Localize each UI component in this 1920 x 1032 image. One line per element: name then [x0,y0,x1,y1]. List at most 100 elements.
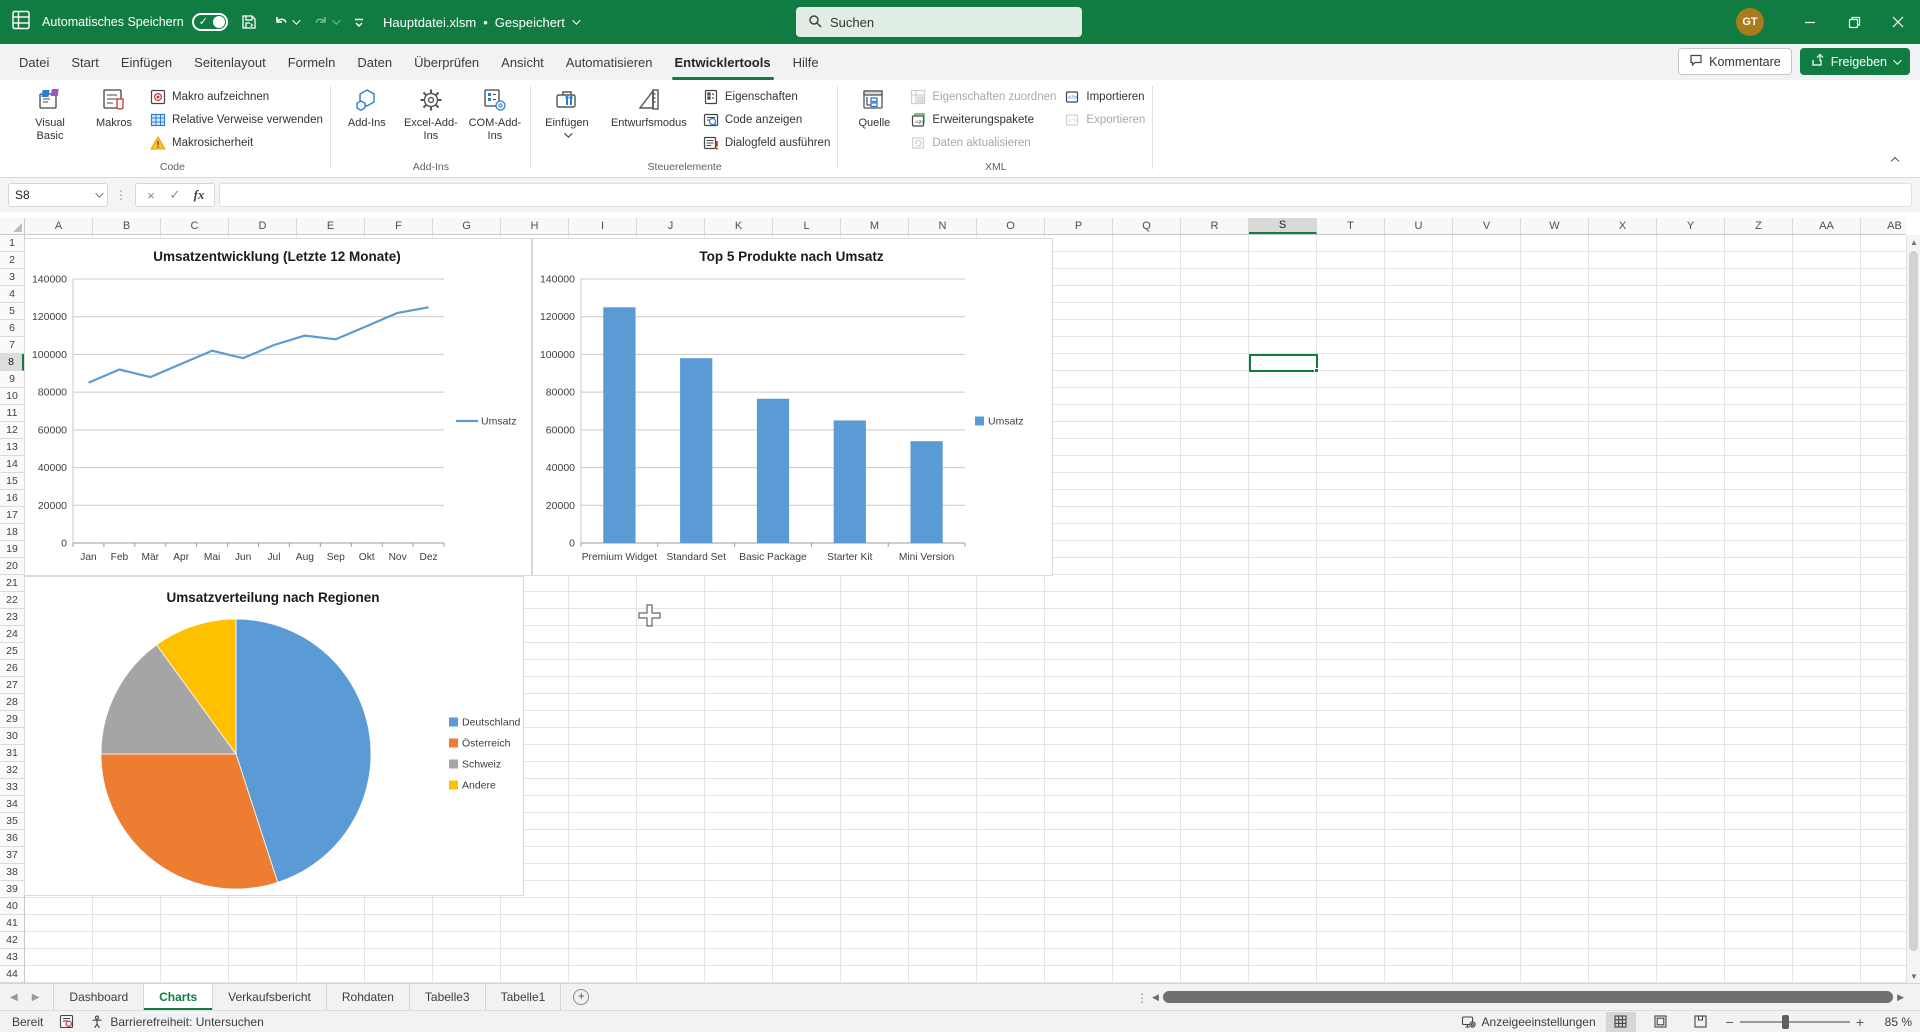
row-header-42[interactable]: 42 [0,932,24,949]
excel-addins-button[interactable]: Excel-Add-Ins [403,82,459,158]
view-code-button[interactable]: Code anzeigen [703,108,831,131]
column-header-x[interactable]: X [1589,218,1657,234]
column-header-e[interactable]: E [297,218,365,234]
row-header-1[interactable]: 1 [0,235,24,252]
column-header-ab[interactable]: AB [1861,218,1906,234]
zoom-out-icon[interactable]: − [1726,1014,1734,1030]
row-header-33[interactable]: 33 [0,779,24,796]
run-dialog-button[interactable]: Dialogfeld ausführen [703,131,831,154]
column-header-f[interactable]: F [365,218,433,234]
view-normal-button[interactable] [1606,1012,1636,1032]
column-header-c[interactable]: C [161,218,229,234]
name-box[interactable]: S8 [8,183,108,207]
column-header-z[interactable]: Z [1725,218,1793,234]
makros-button[interactable]: Makros [86,82,142,158]
column-header-aa[interactable]: AA [1793,218,1861,234]
insert-controls-button[interactable]: Einfügen [539,82,595,158]
row-header-18[interactable]: 18 [0,524,24,541]
bar-chart-top5-produkte[interactable]: Top 5 Produkte nach Umsatz02000040000600… [532,238,1053,576]
row-header-38[interactable]: 38 [0,864,24,881]
row-header-32[interactable]: 32 [0,762,24,779]
row-header-24[interactable]: 24 [0,626,24,643]
ribbon-tab-ansicht[interactable]: Ansicht [490,44,555,80]
row-header-15[interactable]: 15 [0,473,24,490]
properties-button[interactable]: Eigenschaften [703,85,831,108]
record-macro-button[interactable]: Makro aufzeichnen [150,85,323,108]
sheet-nav-right-icon[interactable]: ▶ [32,992,40,1003]
column-header-n[interactable]: N [909,218,977,234]
addins-button[interactable]: Add-Ins [339,82,395,158]
restore-button[interactable] [1832,0,1876,44]
zoom-thumb[interactable] [1782,1015,1789,1029]
column-header-g[interactable]: G [433,218,501,234]
insert-function-icon[interactable]: fx [188,187,210,203]
vertical-scroll-thumb[interactable] [1909,251,1918,951]
row-header-11[interactable]: 11 [0,405,24,422]
row-header-26[interactable]: 26 [0,660,24,677]
row-header-23[interactable]: 23 [0,609,24,626]
view-page-break-button[interactable] [1686,1012,1716,1032]
pie-chart-umsatzverteilung[interactable]: Umsatzverteilung nach RegionenDeutschlan… [24,576,524,896]
row-header-20[interactable]: 20 [0,558,24,575]
macro-record-icon[interactable] [59,1014,74,1029]
view-page-layout-button[interactable] [1646,1012,1676,1032]
zoom-in-icon[interactable]: + [1856,1014,1864,1030]
undo-button[interactable] [270,11,300,33]
autosave-toggle[interactable]: ✓ [192,13,228,31]
row-header-31[interactable]: 31 [0,745,24,762]
column-header-u[interactable]: U [1385,218,1453,234]
sheet-tab-tabelle3[interactable]: Tabelle3 [410,984,486,1010]
search-input[interactable]: Suchen [796,7,1082,37]
select-all-corner[interactable] [0,218,25,235]
column-header-s[interactable]: S [1249,218,1317,234]
column-header-h[interactable]: H [501,218,569,234]
row-header-37[interactable]: 37 [0,847,24,864]
ribbon-tab-seitenlayout[interactable]: Seitenlayout [183,44,277,80]
row-header-39[interactable]: 39 [0,881,24,898]
column-header-i[interactable]: I [569,218,637,234]
fill-handle[interactable] [1314,368,1319,373]
ribbon-tab-einfügen[interactable]: Einfügen [110,44,183,80]
scroll-up-icon[interactable]: ▲ [1907,235,1920,249]
enter-icon[interactable]: ✓ [164,187,186,203]
column-header-b[interactable]: B [93,218,161,234]
visual-basic-button[interactable]: Visual Basic [22,82,78,158]
row-header-30[interactable]: 30 [0,728,24,745]
horizontal-scroll-thumb[interactable] [1163,991,1893,1003]
selected-cell[interactable] [1249,354,1318,372]
column-header-q[interactable]: Q [1113,218,1181,234]
row-header-4[interactable]: 4 [0,286,24,303]
sheet-tab-tabelle1[interactable]: Tabelle1 [486,984,562,1010]
document-title[interactable]: Hauptdatei.xlsm • Gespeichert [383,0,578,44]
row-header-28[interactable]: 28 [0,694,24,711]
sheet-tab-rohdaten[interactable]: Rohdaten [327,984,410,1010]
collapse-ribbon-button[interactable] [1892,151,1898,169]
row-header-7[interactable]: 7 [0,337,24,354]
ribbon-tab-hilfe[interactable]: Hilfe [782,44,830,80]
row-header-44[interactable]: 44 [0,966,24,983]
sheet-nav-left-icon[interactable]: ◀ [10,992,18,1003]
avatar[interactable]: GT [1736,8,1764,36]
redo-button[interactable] [310,11,340,33]
expansion-packs-button[interactable]: <ø> Erweiterungspakete [910,108,1056,131]
row-header-29[interactable]: 29 [0,711,24,728]
row-header-8[interactable]: 8 [0,354,24,371]
column-header-p[interactable]: P [1045,218,1113,234]
accessibility-status[interactable]: Barrierefreiheit: Untersuchen [90,1015,263,1029]
ribbon-tab-start[interactable]: Start [60,44,109,80]
add-sheet-button[interactable]: + [561,984,601,1010]
row-header-13[interactable]: 13 [0,439,24,456]
line-chart-umsatzentwicklung[interactable]: Umsatzentwicklung (Letzte 12 Monate)0200… [24,238,532,576]
row-header-17[interactable]: 17 [0,507,24,524]
row-header-5[interactable]: 5 [0,303,24,320]
zoom-slider[interactable]: − + [1726,1014,1864,1030]
row-header-41[interactable]: 41 [0,915,24,932]
row-header-12[interactable]: 12 [0,422,24,439]
column-header-l[interactable]: L [773,218,841,234]
com-addins-button[interactable]: COM-Add-Ins [467,82,523,158]
cancel-icon[interactable]: × [140,188,162,203]
excel-app-icon[interactable] [10,9,32,36]
minimize-button[interactable] [1788,0,1832,44]
column-header-d[interactable]: D [229,218,297,234]
qat-customize-icon[interactable] [350,13,368,31]
